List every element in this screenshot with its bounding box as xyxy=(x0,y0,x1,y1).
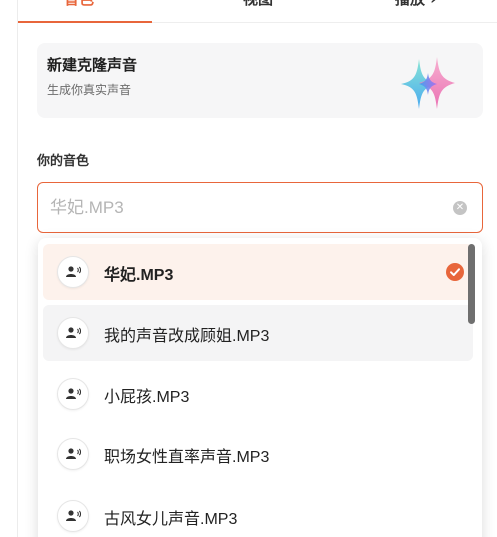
voice-dropdown: 华妃.MP3 我的声音改成顾姐.MP3 小屁孩.MP3 职场女性直率声音.MP3… xyxy=(38,238,482,537)
new-clone-voice-card[interactable]: 新建克隆声音 生成你真实声音 xyxy=(37,43,483,118)
voice-person-icon xyxy=(57,317,89,349)
voice-option-label: 古风女儿声音.MP3 xyxy=(104,511,238,528)
sparkle-icon xyxy=(401,57,455,109)
check-icon xyxy=(446,263,464,281)
voice-person-icon xyxy=(57,500,89,532)
tab-view[interactable]: 视图 xyxy=(243,0,273,9)
voice-option-label: 华妃.MP3 xyxy=(104,267,174,284)
voice-person-icon xyxy=(57,378,89,410)
voice-option-label: 小屁孩.MP3 xyxy=(104,389,190,406)
your-voices-label: 你的音色 xyxy=(37,154,90,169)
active-tab-indicator xyxy=(18,21,152,23)
tab-play[interactable]: 播放 › xyxy=(395,0,436,9)
voice-option[interactable]: 职场女性直率声音.MP3 xyxy=(43,426,473,482)
voice-person-icon xyxy=(57,438,89,470)
voice-option[interactable]: 华妃.MP3 xyxy=(43,244,473,300)
voice-option-label: 职场女性直率声音.MP3 xyxy=(104,449,270,466)
dropdown-scrollbar[interactable] xyxy=(468,244,475,324)
voice-option[interactable]: 古风女儿声音.MP3 xyxy=(43,488,473,537)
voice-person-icon xyxy=(57,256,89,288)
panel-left-border xyxy=(17,0,18,537)
clone-card-title: 新建克隆声音 xyxy=(47,56,138,74)
clear-icon[interactable]: ✕ xyxy=(453,201,467,215)
clone-card-subtitle: 生成你真实声音 xyxy=(47,83,132,97)
tab-bar: 音色 视图 播放 › xyxy=(0,0,497,24)
voice-search-field[interactable]: ✕ xyxy=(37,182,483,233)
voice-option[interactable]: 我的声音改成顾姐.MP3 xyxy=(43,305,473,361)
voice-option-label: 我的声音改成顾姐.MP3 xyxy=(104,328,270,345)
tab-voice[interactable]: 音色 xyxy=(64,0,94,9)
voice-search-input[interactable] xyxy=(50,196,430,220)
voice-option[interactable]: 小屁孩.MP3 xyxy=(43,366,473,422)
